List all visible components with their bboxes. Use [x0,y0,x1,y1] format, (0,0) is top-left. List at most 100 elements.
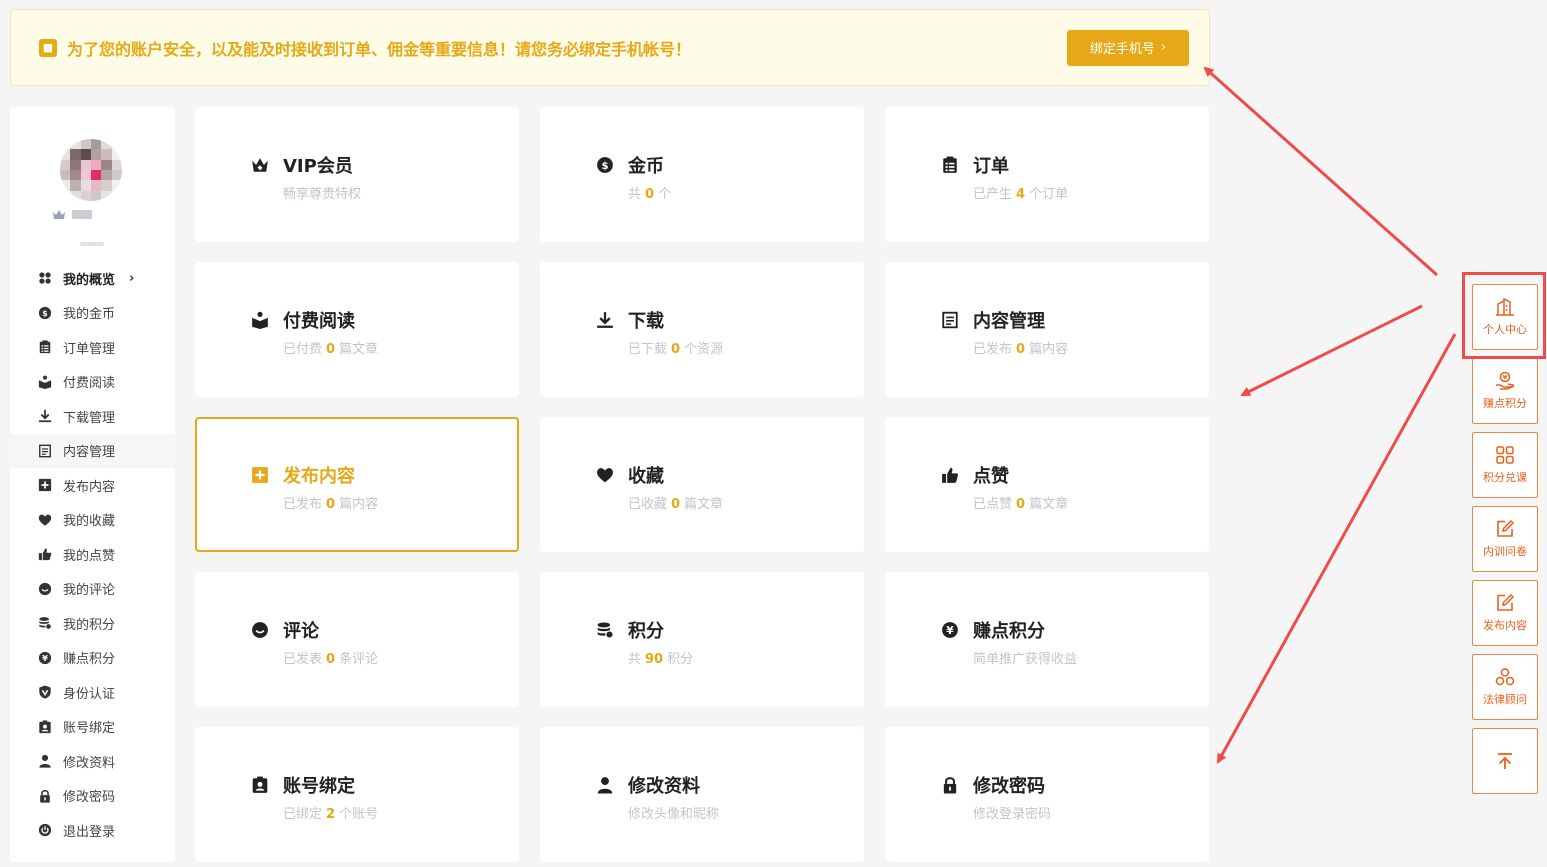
card-subtitle: 修改头像和昵称 [628,803,719,822]
id-card-icon [38,720,52,734]
sidebar-item-label: 下载管理 [63,410,116,426]
sidebar-item-8[interactable]: 我的点赞 [10,537,175,572]
comment-icon [38,582,52,596]
sidebar-item-6[interactable]: 发布内容 [10,468,175,503]
svg-text:$: $ [601,161,608,172]
toolbar-label: 法律顾问 [1483,693,1527,706]
bind-phone-notice: ■ 为了您的账户安全，以及能及时接收到订单、佣金等重要信息！请您务必绑定手机帐号… [10,9,1210,86]
chevron-right-icon: › [129,270,135,286]
vip-crown-icon [52,209,66,220]
card-subtitle: 已产生 4 个订单 [973,183,1068,202]
card-subtitle: 已发布 0 篇内容 [973,338,1068,357]
card-11[interactable]: ¥ 赚点积分 简单推广获得收益 [885,572,1209,707]
sidebar-item-label: 我的点赞 [63,548,116,564]
card-10[interactable]: 积分共 90 积分 [540,572,864,707]
toolbar-label: 积分兑课 [1483,471,1527,484]
sidebar-item-0[interactable]: 我的概览 › [10,261,175,296]
download-icon [594,309,616,331]
card-count: 0 [1016,342,1026,357]
card-9[interactable]: 评论 已发表 0 条评论 [195,572,519,707]
toolbar-button-4[interactable]: 发布内容 [1472,580,1538,646]
sidebar-item-11[interactable]: ¥ 赚点积分 [10,641,175,676]
card-count: 0 [671,342,681,357]
avatar[interactable] [60,139,122,201]
card-subtitle-pre: 已发表 [283,652,323,667]
edit-icon [1495,593,1515,613]
sidebar-item-7[interactable]: 我的收藏 [10,503,175,538]
sidebar-item-12[interactable]: 身份认证 [10,675,175,710]
bind-phone-button[interactable]: 绑定手机号 › [1067,29,1189,66]
document-icon [38,444,52,458]
sidebar-item-label: 内容管理 [63,445,116,461]
card-count: 0 [326,342,336,357]
power-icon [38,823,52,837]
card-5[interactable]: 内容管理 已发布 0 篇内容 [885,262,1209,397]
sidebar-item-10[interactable]: 我的积分 [10,606,175,641]
card-6[interactable]: 发布内容 已发布 0 篇内容 [195,417,519,552]
coin-icon: $ [38,306,52,320]
user-info [52,209,92,220]
card-8[interactable]: 点赞 已点赞 0 篇文章 [885,417,1209,552]
order-icon [38,340,52,354]
card-subtitle-pre: 修改登录密码 [973,807,1052,822]
plus-square-icon [38,478,52,492]
card-subtitle-post: 积分 [667,652,694,667]
sidebar-item-16[interactable]: 退出登录 [10,813,175,848]
card-subtitle-pre: 共 [628,187,642,202]
sidebar-item-label: 发布内容 [63,479,116,495]
sidebar-item-label: 我的积分 [63,617,116,633]
card-subtitle-pre: 简单推广获得收益 [973,652,1078,667]
lock-icon [939,774,961,796]
id-card-icon: ■ [39,38,57,57]
card-title: 订单 [973,156,1009,177]
cluster-icon [1495,667,1515,687]
card-3[interactable]: 付费阅读 已付费 0 篇文章 [195,262,519,397]
arrow-to-password [1216,333,1457,764]
sidebar-item-15[interactable]: 修改密码 [10,779,175,814]
card-count: 0 [671,497,681,512]
card-count: 4 [1016,187,1026,202]
sidebar-item-4[interactable]: 下载管理 [10,399,175,434]
yen-icon: ¥ [38,651,52,665]
yen-icon: ¥ [939,619,961,641]
toolbar-button-3[interactable]: 内训问卷 [1472,506,1538,572]
card-subtitle: 共0个 [628,183,671,202]
card-subtitle-pre: 共 [628,652,642,667]
reader-icon [38,375,52,389]
card-subtitle-pre: 已发布 [283,497,323,512]
card-subtitle-post: 篇内容 [339,497,379,512]
sidebar-item-2[interactable]: 订单管理 [10,330,175,365]
sidebar-item-9[interactable]: 我的评论 [10,572,175,607]
card-subtitle-pre: 已下载 [628,342,668,357]
sidebar-item-13[interactable]: 账号绑定 [10,710,175,745]
card-7[interactable]: 收藏 已收藏 0 篇文章 [540,417,864,552]
grid-icon [38,271,52,285]
card-4[interactable]: 下载 已下载 0 个资源 [540,262,864,397]
card-0[interactable]: VIP会员 畅享尊贵特权 [195,107,519,242]
toolbar-button-1[interactable]: ¥ 赚点积分 [1472,358,1538,424]
sidebar-item-5[interactable]: 内容管理 [10,433,175,468]
card-14[interactable]: 修改密码 修改登录密码 [885,727,1209,862]
thumbs-up-icon [38,547,52,561]
sidebar-item-1[interactable]: $ 我的金币 [10,296,175,331]
card-count: 0 [1016,497,1026,512]
sidebar-item-14[interactable]: 修改资料 [10,744,175,779]
download-icon [38,409,52,423]
card-title: 积分 [628,621,664,642]
card-13[interactable]: 修改资料 修改头像和昵称 [540,727,864,862]
toolbar-button-2[interactable]: 积分兑课 [1472,432,1538,498]
arrow-to-content [1240,304,1423,397]
sidebar-item-3[interactable]: 付费阅读 [10,365,175,400]
toolbar-button-6[interactable] [1472,728,1538,794]
card-subtitle-post: 个资源 [684,342,724,357]
card-subtitle-pre: 已点赞 [973,497,1013,512]
card-1[interactable]: $ 金币共 0 个 [540,107,864,242]
card-12[interactable]: 账号绑定 已绑定 2 个账号 [195,727,519,862]
card-title: 金币 [628,156,664,177]
card-2[interactable]: 订单已产生 4 个订单 [885,107,1209,242]
toolbar-button-5[interactable]: 法律顾问 [1472,654,1538,720]
chevron-right-icon: › [1160,40,1167,55]
hand-coin-icon: ¥ [1495,371,1515,391]
svg-text:¥: ¥ [1503,374,1508,382]
card-subtitle: 已下载 0 个资源 [628,338,723,357]
